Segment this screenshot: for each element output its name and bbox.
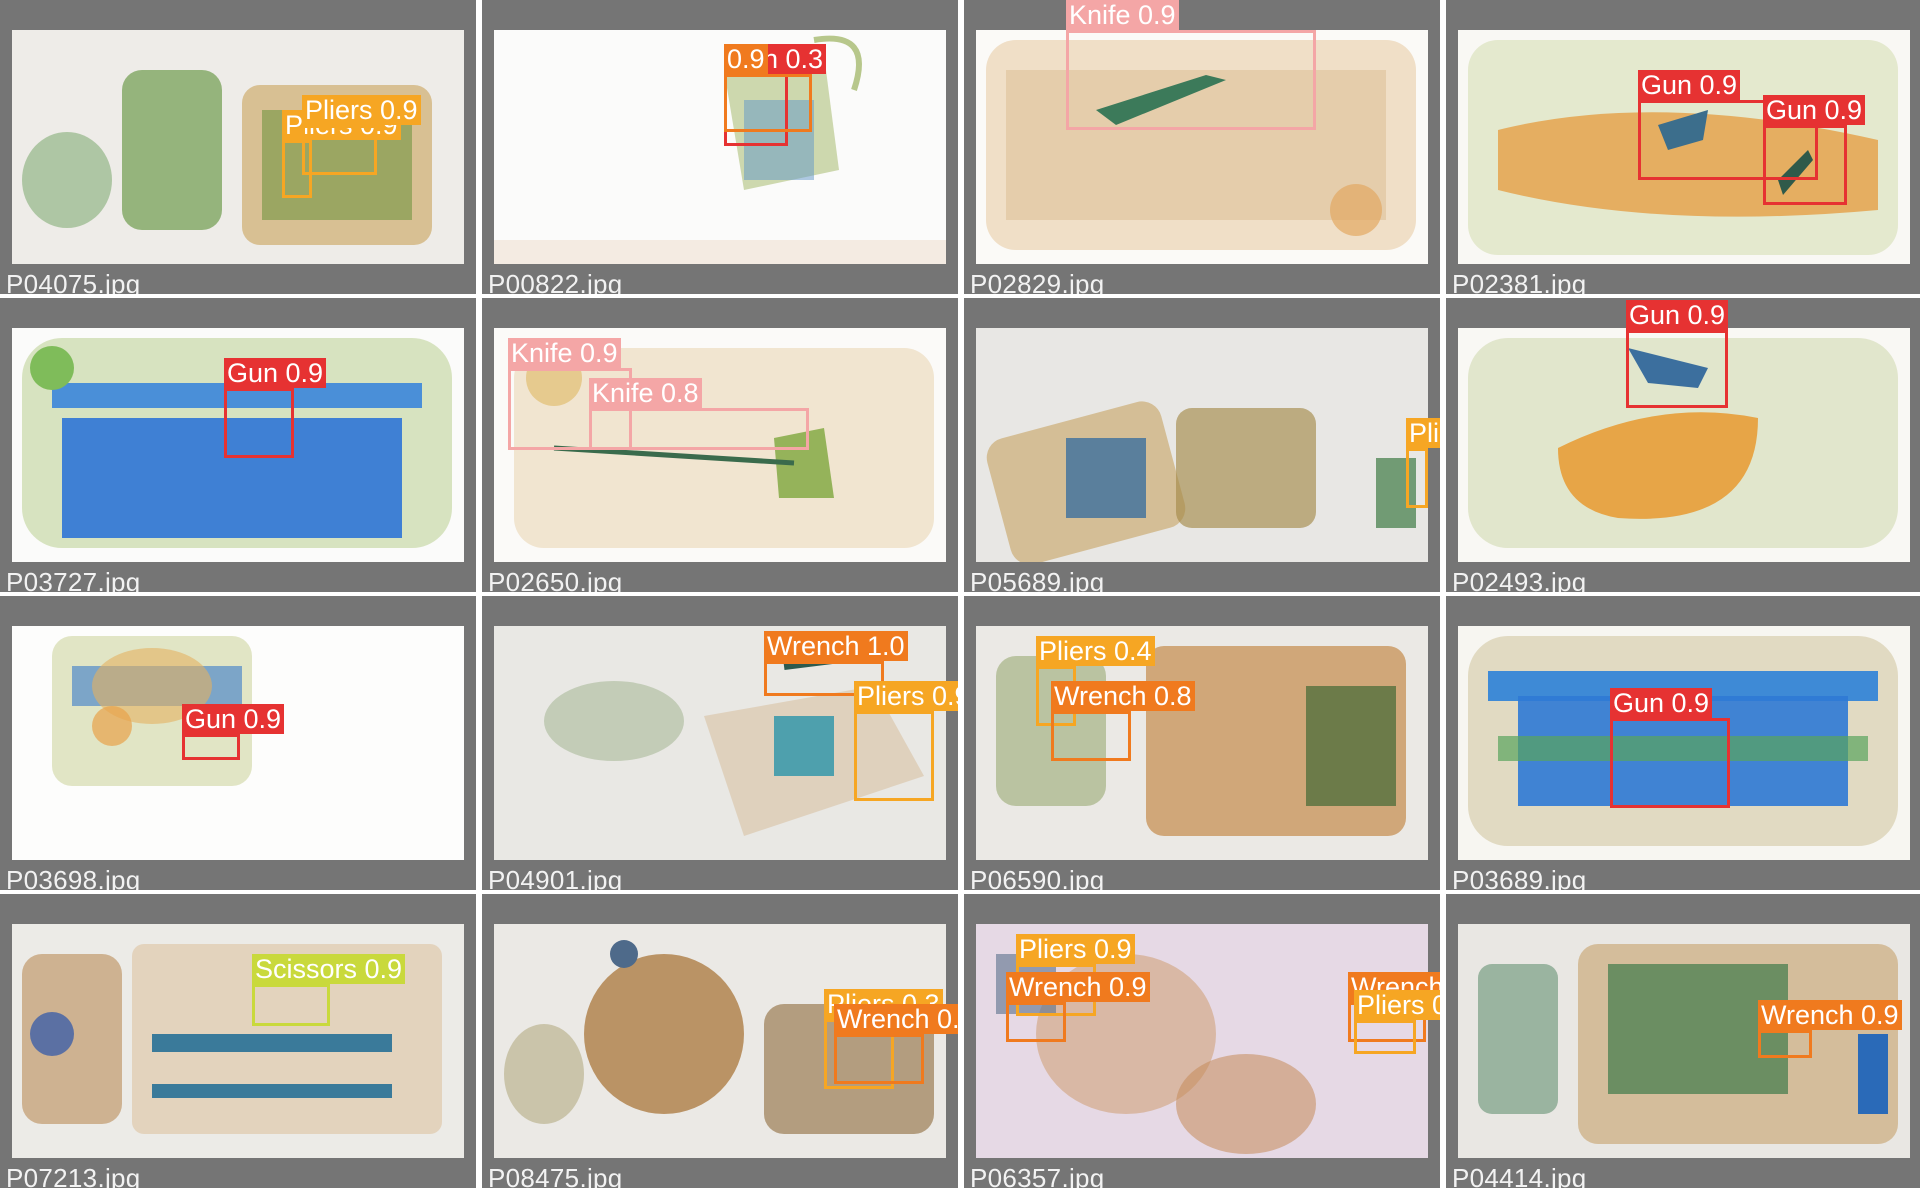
- detection-label: Pliers 0.8: [1406, 418, 1440, 448]
- detection-label: Knife 0.9: [1066, 0, 1179, 30]
- filename-label: P07213.jpg: [6, 1163, 141, 1188]
- filename-label: P06357.jpg: [970, 1163, 1105, 1188]
- filename-label: P02493.jpg: [1452, 567, 1587, 592]
- detection-label: Gun 0.9: [1763, 95, 1866, 125]
- filename-label: P03698.jpg: [6, 865, 141, 890]
- detection-label: Pliers 0.9: [1016, 934, 1135, 964]
- detection-label: Gun 0.9: [224, 358, 327, 388]
- luggage-xray-scan: [22, 70, 432, 245]
- detection-box: [1406, 448, 1428, 508]
- filename-label: P03727.jpg: [6, 567, 141, 592]
- xray-image: [1458, 924, 1910, 1158]
- detection-box: [182, 734, 240, 760]
- filename-label: P03689.jpg: [1452, 865, 1587, 890]
- detection-box: [724, 74, 812, 132]
- luggage-xray-scan: [986, 401, 1416, 562]
- image-tile[interactable]: Gun 0.9 Gun 0.9 P02381.jpg: [1446, 0, 1920, 294]
- filename-label: P08475.jpg: [488, 1163, 623, 1188]
- detection-label: 0.9: [724, 44, 768, 74]
- detection-box: [1354, 1020, 1416, 1054]
- detection-box: [834, 1034, 924, 1084]
- detection-label: Pliers 0.4: [1036, 636, 1155, 666]
- image-tile[interactable]: Knife 0.9 Knife 0.8 P02650.jpg: [482, 298, 958, 592]
- detection-box: [1763, 125, 1847, 205]
- xray-image: [976, 328, 1428, 562]
- filename-label: P04075.jpg: [6, 269, 141, 294]
- detection-label: Pliers 0.9: [854, 681, 958, 711]
- detection-box: [1610, 718, 1730, 808]
- filename-label: P02381.jpg: [1452, 269, 1587, 294]
- detection-label: Knife 0.9: [508, 338, 621, 368]
- detection-label: Pliers 0.9: [302, 95, 421, 125]
- detection-label: Wrench 0.5: [834, 1004, 958, 1034]
- image-tile[interactable]: Gun 0.9 P03727.jpg: [0, 298, 476, 592]
- image-tile[interactable]: Scissors 0.9 P07213.jpg: [0, 894, 476, 1188]
- detection-box: [1051, 711, 1131, 761]
- detection-box: [224, 388, 294, 458]
- image-tile[interactable]: Wrench 1.0 Pliers 0.9 P04901.jpg: [482, 596, 958, 890]
- detection-label: Wrench 0.8: [1051, 681, 1195, 711]
- detection-box: [589, 408, 809, 450]
- xray-image: [12, 30, 464, 264]
- detection-box: [252, 984, 330, 1026]
- image-tile[interactable]: Gun 0.9 P02493.jpg: [1446, 298, 1920, 592]
- filename-label: P05689.jpg: [970, 567, 1105, 592]
- detection-label: Gun 0.9: [1610, 688, 1713, 718]
- detection-box: [1626, 330, 1728, 408]
- detection-label: Wrench 0.9: [1758, 1000, 1902, 1030]
- image-tile[interactable]: Pliers 0.3Wrench 0.5P08475.jpg: [482, 894, 958, 1188]
- image-tile[interactable]: Wrench 0.9 P04414.jpg: [1446, 894, 1920, 1188]
- detection-box: [302, 125, 377, 175]
- image-tile[interactable]: Pliers 0.9Wrench 0.9Wrench 0.8Pliers 0.9…: [964, 894, 1440, 1188]
- luggage-xray-scan: [1478, 944, 1898, 1144]
- filename-label: P04901.jpg: [488, 865, 623, 890]
- detection-label: Knife 0.8: [589, 378, 702, 408]
- luggage-xray-scan: [494, 30, 946, 264]
- filename-label: P06590.jpg: [970, 865, 1105, 890]
- detection-label: Gun 0.9: [1638, 70, 1741, 100]
- filename-label: P02650.jpg: [488, 567, 623, 592]
- detection-box: [1066, 30, 1316, 130]
- detection-box: [854, 711, 934, 801]
- image-tile[interactable]: Gun 0.9 P03698.jpg: [0, 596, 476, 890]
- detection-label: Wrench 0.9: [1006, 972, 1150, 1002]
- image-tile[interactable]: Pliers 0.8 P05689.jpg: [964, 298, 1440, 592]
- detection-label: Wrench 1.0: [764, 631, 908, 661]
- detection-box: [1006, 1002, 1066, 1042]
- xray-image: [494, 30, 946, 264]
- filename-label: P02829.jpg: [970, 269, 1105, 294]
- filename-label: P00822.jpg: [488, 269, 623, 294]
- image-tile[interactable]: Knife 0.9 P02829.jpg: [964, 0, 1440, 294]
- detection-label: Pliers 0.9: [1354, 990, 1440, 1020]
- image-tile[interactable]: Pliers 0.4 Wrench 0.8 P06590.jpg: [964, 596, 1440, 890]
- image-tile[interactable]: Gun 0.9 P03689.jpg: [1446, 596, 1920, 890]
- filename-label: P04414.jpg: [1452, 1163, 1587, 1188]
- detection-label: Gun 0.9: [1626, 300, 1729, 330]
- detection-grid: Pliers 0.9 Pliers 0.9 P04075.jpg Gun 0.3 0.9…: [0, 0, 1920, 1192]
- image-tile[interactable]: Pliers 0.9 Pliers 0.9 P04075.jpg: [0, 0, 476, 294]
- detection-label: Gun 0.9: [182, 704, 285, 734]
- detection-label: Scissors 0.9: [252, 954, 406, 984]
- detection-box: [1758, 1030, 1812, 1058]
- image-tile[interactable]: Gun 0.3 0.9 P00822.jpg: [482, 0, 958, 294]
